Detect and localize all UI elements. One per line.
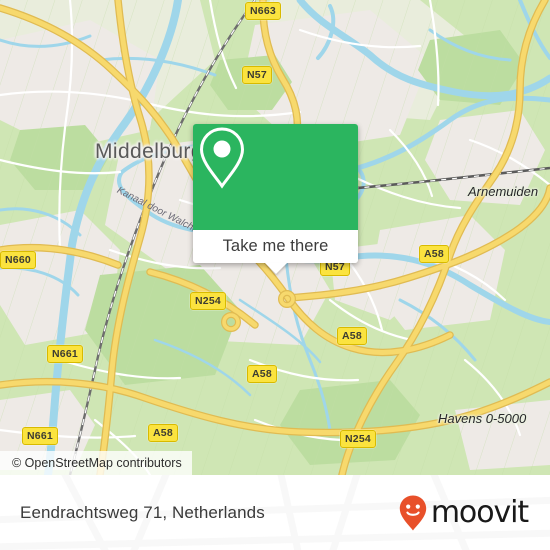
address-title: Eendrachtsweg 71, Netherlands [20, 502, 265, 522]
road-shield-n663[interactable]: N663 [245, 2, 281, 20]
road-shield-a58-bottomleft[interactable]: A58 [148, 424, 178, 442]
road-shield-a58-east[interactable]: A58 [419, 245, 449, 263]
moovit-logo[interactable]: moovit [398, 494, 529, 532]
map-canvas[interactable]: Middelburg Arnemuiden Havens 0-5000 Kana… [0, 0, 550, 475]
attribution-text: © OpenStreetMap contributors [12, 456, 182, 470]
moovit-pin-smiley-icon [399, 495, 427, 530]
road-shield-n661-upper[interactable]: N661 [47, 345, 83, 363]
road-shield-n57-top[interactable]: N57 [242, 66, 272, 84]
map-attribution[interactable]: © OpenStreetMap contributors [0, 451, 192, 475]
road-shield-n660[interactable]: N660 [0, 251, 36, 269]
road-shield-a58-southwest[interactable]: A58 [247, 365, 277, 383]
road-shield-n254-mid[interactable]: N254 [190, 292, 226, 310]
moovit-map-share-card: Middelburg Arnemuiden Havens 0-5000 Kana… [0, 0, 550, 550]
take-me-there-label: Take me there [222, 237, 329, 255]
card-cta-area[interactable]: Take me there [193, 230, 358, 263]
card-pointer-tip [264, 263, 287, 274]
road-shield-a58-center[interactable]: A58 [337, 327, 367, 345]
road-shield-n254-bottom[interactable]: N254 [340, 430, 376, 448]
map-pin-icon [199, 127, 245, 189]
card-icon-area [193, 124, 358, 230]
moovit-wordmark: moovit [430, 494, 529, 530]
footer-bar: Eendrachtsweg 71, Netherlands moovit [0, 475, 550, 550]
road-shield-n661-lower[interactable]: N661 [22, 427, 58, 445]
take-me-there-card[interactable]: Take me there [193, 124, 358, 274]
